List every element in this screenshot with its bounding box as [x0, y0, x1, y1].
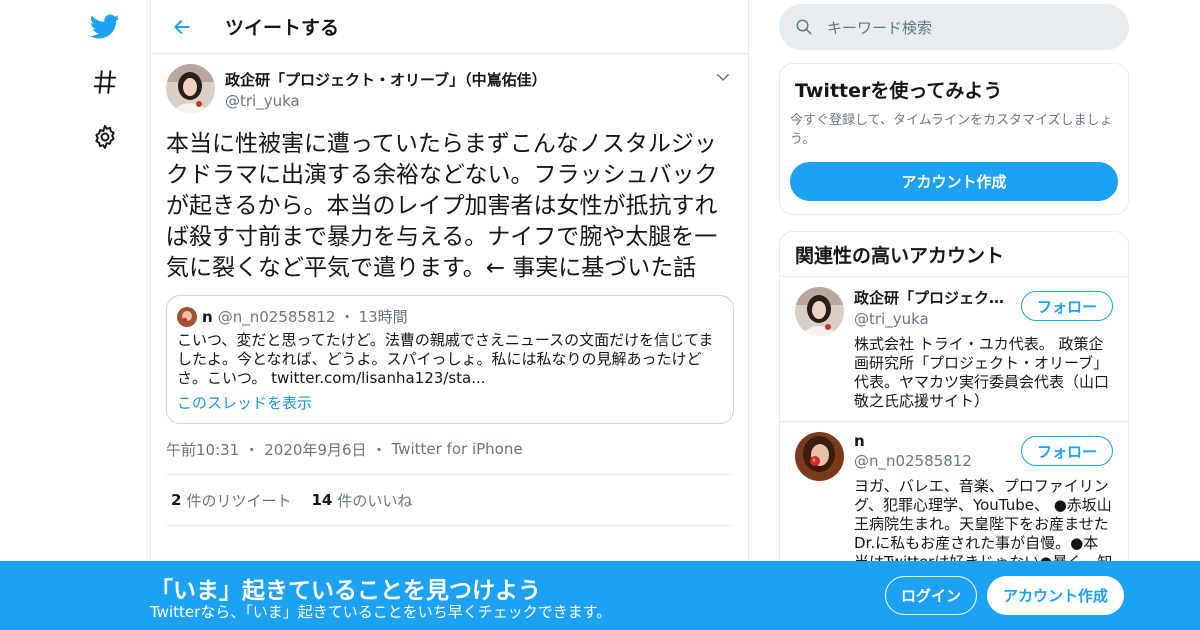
tweet-date[interactable]: 2020年9月6日	[264, 439, 366, 460]
twitter-bird-icon-svg	[90, 14, 120, 39]
tweet-menu-button[interactable]	[714, 68, 732, 86]
right-sidebar: キーワード検索 Twitterを使ってみよう 今すぐ登録して、タイムラインをカス…	[779, 0, 1129, 630]
quoted-tweet-header: n @n_n02585812 ・ 13時間	[177, 306, 723, 327]
hashtag-icon[interactable]	[88, 65, 122, 99]
gear-icon-svg	[95, 124, 115, 150]
account-name[interactable]: 政企研「プロジェクト・オリーブ」（中嶌佑佳）	[854, 287, 1009, 308]
follow-button[interactable]: フォロー	[1021, 436, 1113, 466]
separator-dot: ・	[371, 440, 387, 459]
tweet-meta: 午前10:31 ・ 2020年9月6日 ・ Twitter for iPhone	[166, 439, 733, 459]
search-input[interactable]: キーワード検索	[779, 4, 1129, 50]
hashtag-icon-svg	[93, 70, 117, 94]
quoted-tweet[interactable]: n @n_n02585812 ・ 13時間 こいつ、変だと思ってたけど。法曹の親…	[166, 295, 734, 424]
avatar[interactable]	[166, 64, 215, 113]
list-item[interactable]: 政企研「プロジェクト・オリーブ」（中嶌佑佳） @tri_yuka 株式会社 トラ…	[780, 277, 1128, 421]
main-column: ツイートする 政企研「プロジェクト・オリーブ」（中嶌佑佳） @tri_yuka	[150, 0, 749, 630]
create-account-button[interactable]: アカウント作成	[790, 162, 1118, 201]
tweet-time[interactable]: 午前10:31	[166, 439, 239, 460]
signup-card: Twitterを使ってみよう 今すぐ登録して、タイムラインをカスタマイズしましょ…	[779, 63, 1129, 215]
author-name[interactable]: 政企研「プロジェクト・オリーブ」（中嶌佑佳）	[225, 69, 547, 90]
account-name[interactable]: n	[854, 432, 1009, 450]
quoted-avatar-image	[177, 306, 197, 327]
quoted-timestamp: 13時間	[358, 308, 408, 326]
quoted-tweet-text: こいつ、変だと思ってたけど。法曹の親戚でさえニュースの文面だけを信じてましたよ。…	[177, 331, 714, 387]
banner-title: 「いま」起きていることを見つけよう	[150, 578, 541, 604]
signup-button[interactable]: アカウント作成	[987, 576, 1124, 615]
separator-dot: ・	[244, 440, 260, 459]
account-avatar-image	[795, 432, 844, 481]
like-count[interactable]: 14	[311, 491, 332, 509]
quoted-author-handle: @n_n02585812	[217, 307, 336, 326]
divider	[166, 525, 733, 526]
tweet-author: 政企研「プロジェクト・オリーブ」（中嶌佑佳） @tri_yuka	[225, 64, 547, 110]
show-thread-link[interactable]: このスレッドを表示	[177, 392, 723, 413]
left-nav	[0, 0, 150, 630]
tweet-detail: 政企研「プロジェクト・オリーブ」（中嶌佑佳） @tri_yuka 本当に性被害に…	[151, 54, 748, 526]
signup-banner: 「いま」起きていることを見つけよう Twitterなら、「いま」起きていることを…	[0, 561, 1200, 630]
tweet-source: Twitter for iPhone	[391, 440, 523, 458]
banner-subtitle: Twitterなら、「いま」起きていることをいち早くチェックできます。	[150, 603, 612, 621]
author-handle[interactable]: @tri_yuka	[225, 92, 547, 110]
retweet-count-label[interactable]: 件のリツイート	[186, 490, 291, 511]
tweet-text: 本当に性被害に遭っていたらまずこんなノスタルジックドラマに出演する余裕などない。…	[166, 131, 718, 281]
gear-icon[interactable]	[88, 120, 122, 154]
like-count-label[interactable]: 件のいいね	[337, 490, 412, 511]
author-avatar-image	[166, 64, 215, 113]
avatar[interactable]	[795, 287, 844, 336]
signup-card-description: 今すぐ登録して、タイムラインをカスタマイズしましょう。	[790, 113, 1113, 147]
back-button[interactable]	[166, 11, 198, 43]
twitter-bird-icon[interactable]	[88, 10, 122, 44]
avatar[interactable]	[795, 432, 844, 481]
page-title: ツイートする	[225, 17, 340, 39]
page-header: ツイートする	[151, 0, 748, 54]
avatar	[177, 306, 197, 327]
tweet-author-row: 政企研「プロジェクト・オリーブ」（中嶌佑佳） @tri_yuka	[166, 64, 733, 116]
back-arrow-icon	[174, 19, 190, 34]
search-placeholder: キーワード検索	[827, 18, 933, 37]
follow-button[interactable]: フォロー	[1021, 291, 1113, 321]
quoted-author-name: n	[202, 307, 213, 326]
chevron-down-icon	[717, 74, 729, 81]
account-bio: 株式会社 トライ・ユカ代表。 政策企画研究所「プロジェクト・オリーブ」代表。ヤマ…	[854, 335, 1110, 410]
related-accounts-title: 関連性の高いアカウント	[780, 232, 1128, 277]
account-avatar-image	[795, 287, 844, 336]
search-icon	[796, 19, 812, 35]
signup-card-title: Twitterを使ってみよう	[795, 80, 1003, 102]
retweet-count[interactable]: 2	[171, 491, 181, 509]
tweet-stats: 2 件のリツイート 14 件のいいね	[166, 475, 733, 525]
login-button[interactable]: ログイン	[885, 576, 977, 615]
separator-dot: ・	[339, 308, 355, 326]
